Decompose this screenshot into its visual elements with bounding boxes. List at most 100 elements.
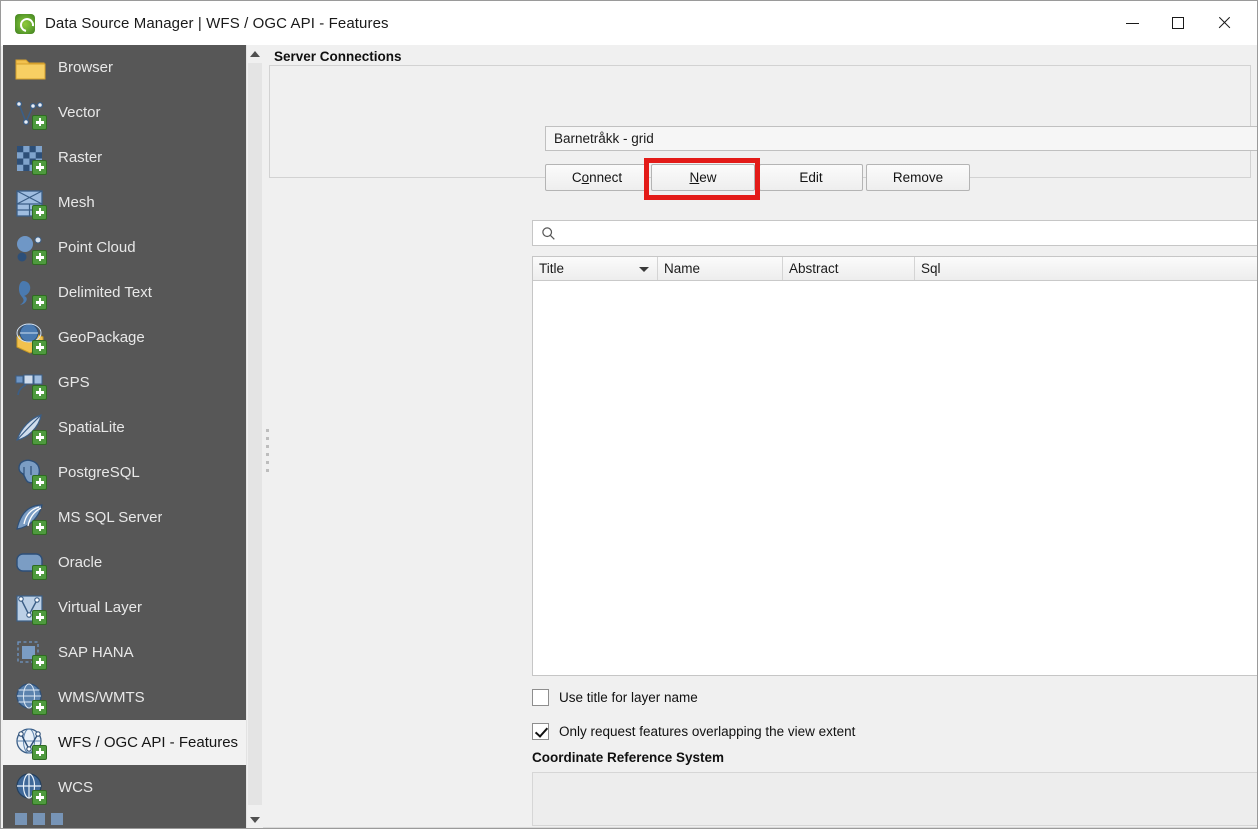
sidebar-item-label: WFS / OGC API - Features xyxy=(58,734,239,751)
sidebar-item-label: GPS xyxy=(58,374,90,391)
sidebar-item-raster[interactable]: Raster xyxy=(3,135,246,180)
raster-layer-icon xyxy=(13,141,47,175)
virtual-layer-icon xyxy=(13,591,47,625)
crs-display-box xyxy=(532,772,1257,826)
wms-wmts-icon xyxy=(13,681,47,715)
search-icon xyxy=(541,226,556,241)
folder-icon xyxy=(13,51,47,85)
sidebar-item-gps[interactable]: GPS xyxy=(3,360,246,405)
column-header-label: Title xyxy=(539,261,565,276)
connect-button[interactable]: Connect xyxy=(545,164,649,191)
spatialite-icon xyxy=(13,411,47,445)
column-header-name[interactable]: Name xyxy=(658,257,783,280)
sidebar-item-spatialite[interactable]: SpatiaLite xyxy=(3,405,246,450)
wcs-icon xyxy=(13,771,47,805)
sidebar-item-geopackage[interactable]: GeoPackage xyxy=(3,315,246,360)
server-connections-label: Server Connections xyxy=(271,49,405,64)
only-request-overlapping-checkbox[interactable] xyxy=(532,723,549,740)
sidebar-item-label: WCS xyxy=(58,779,93,796)
sidebar-scrollbar[interactable] xyxy=(246,45,263,828)
remove-button-label: Remove xyxy=(892,170,944,185)
footer-divider xyxy=(263,827,1257,828)
sidebar-item-label: Delimited Text xyxy=(58,284,152,301)
sidebar-item-label: Raster xyxy=(58,149,103,166)
close-icon[interactable] xyxy=(1201,1,1247,45)
sidebar-item-vector[interactable]: Vector xyxy=(3,90,246,135)
sidebar-item-sap-hana[interactable]: SAP HANA xyxy=(3,630,246,675)
use-title-for-layer-name-row[interactable]: Use title for layer name xyxy=(532,689,698,706)
sidebar-item-oracle[interactable]: Oracle xyxy=(3,540,246,585)
title-bar: Data Source Manager | WFS / OGC API - Fe… xyxy=(1,1,1257,46)
column-header-label: Abstract xyxy=(789,261,839,276)
sap-hana-icon xyxy=(13,636,47,670)
connection-select[interactable]: Barnetråkk - grid xyxy=(545,126,1257,151)
scroll-up-icon[interactable] xyxy=(247,45,263,62)
sidebar-item-browser[interactable]: Browser xyxy=(3,45,246,90)
sidebar-item-postgresql[interactable]: PostgreSQL xyxy=(3,450,246,495)
minimize-icon[interactable] xyxy=(1109,1,1155,45)
sidebar-item-point-cloud[interactable]: Point Cloud xyxy=(3,225,246,270)
panel-splitter-handle[interactable] xyxy=(263,426,272,474)
geopackage-icon xyxy=(13,321,47,355)
only-request-overlapping-row[interactable]: Only request features overlapping the vi… xyxy=(532,723,855,740)
mesh-layer-icon xyxy=(13,186,47,220)
use-title-checkbox[interactable] xyxy=(532,689,549,706)
source-type-sidebar[interactable]: Browser Vector Raster Mesh Point Cloud D… xyxy=(3,45,246,828)
sidebar-item-label: Browser xyxy=(58,59,114,76)
window-controls xyxy=(1109,1,1247,45)
sidebar-item-label: SAP HANA xyxy=(58,644,134,661)
sidebar-item-ms-sql-server[interactable]: MS SQL Server xyxy=(3,495,246,540)
column-header-abstract[interactable]: Abstract xyxy=(783,257,915,280)
sidebar-item-label: WMS/WMTS xyxy=(58,689,145,706)
column-header-title[interactable]: Title xyxy=(533,257,658,280)
sidebar-item-wms-wmts[interactable]: WMS/WMTS xyxy=(3,675,246,720)
sort-descending-icon xyxy=(639,267,649,272)
scroll-down-icon[interactable] xyxy=(247,811,263,828)
sidebar-item-label: Virtual Layer xyxy=(58,599,142,616)
crs-group-label: Coordinate Reference System xyxy=(532,750,725,765)
sidebar-item-delimited-text[interactable]: Delimited Text xyxy=(3,270,246,315)
scrollbar-thumb[interactable] xyxy=(248,63,262,805)
edit-button-label: Edit xyxy=(799,170,823,185)
gps-icon xyxy=(13,366,47,400)
sidebar-item-label: MS SQL Server xyxy=(58,509,163,526)
connect-button-label: Connect xyxy=(571,170,623,185)
sidebar-item-label: Vector xyxy=(58,104,101,121)
server-connections-group xyxy=(269,65,1251,178)
column-header-label: Name xyxy=(664,261,701,276)
sidebar-item-mesh[interactable]: Mesh xyxy=(3,180,246,225)
sidebar-item-label: SpatiaLite xyxy=(58,419,125,436)
vector-layer-icon xyxy=(13,96,47,130)
search-box[interactable] xyxy=(532,220,1257,246)
layers-table[interactable]: Title Name Abstract Sql xyxy=(532,256,1257,676)
maximize-icon[interactable] xyxy=(1155,1,1201,45)
sidebar-partial-item-indicator xyxy=(15,813,63,825)
point-cloud-icon xyxy=(13,231,47,265)
sidebar-item-label: Point Cloud xyxy=(58,239,136,256)
wfs-ogc-api-icon xyxy=(13,726,47,760)
sidebar-item-label: Oracle xyxy=(58,554,103,571)
mssql-server-icon xyxy=(13,501,47,535)
remove-button[interactable]: Remove xyxy=(866,164,970,191)
sidebar-item-wcs[interactable]: WCS xyxy=(3,765,246,810)
sidebar-item-label: Mesh xyxy=(58,194,95,211)
column-header-sql[interactable]: Sql xyxy=(915,257,1257,280)
sidebar-item-label: PostgreSQL xyxy=(58,464,140,481)
oracle-icon xyxy=(13,546,47,580)
connection-select-value: Barnetråkk - grid xyxy=(554,131,654,146)
column-header-label: Sql xyxy=(921,261,941,276)
delimited-text-icon xyxy=(13,276,47,310)
sidebar-item-label: GeoPackage xyxy=(58,329,145,346)
only-request-overlapping-label: Only request features overlapping the vi… xyxy=(559,724,856,739)
sidebar-item-wfs-ogc-api-features[interactable]: WFS / OGC API - Features xyxy=(3,720,246,765)
postgresql-icon xyxy=(13,456,47,490)
table-header-row: Title Name Abstract Sql xyxy=(533,257,1257,281)
sidebar-item-virtual-layer[interactable]: Virtual Layer xyxy=(3,585,246,630)
search-input[interactable] xyxy=(556,222,1257,244)
new-button[interactable]: New xyxy=(651,164,755,191)
wfs-panel: Server Connections Barnetråkk - grid Con… xyxy=(263,45,1257,828)
qgis-logo-icon xyxy=(15,13,35,34)
new-button-label: New xyxy=(689,170,717,185)
window-title: Data Source Manager | WFS / OGC API - Fe… xyxy=(45,15,389,32)
edit-button[interactable]: Edit xyxy=(759,164,863,191)
